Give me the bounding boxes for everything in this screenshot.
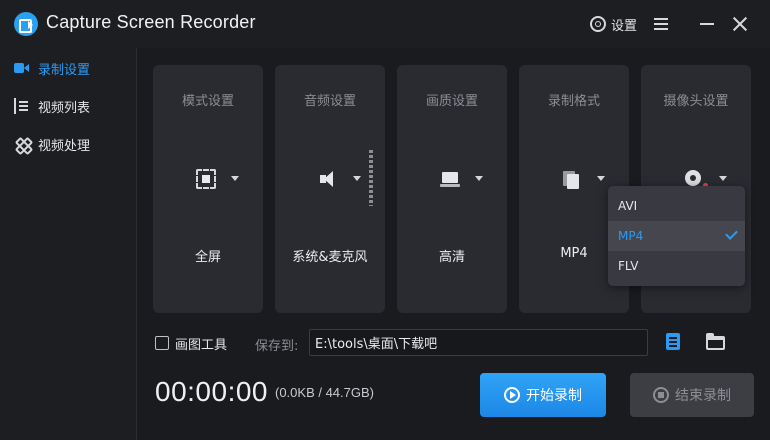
audio-settings-card[interactable]: 音频设置 系统&麦克风 xyxy=(275,65,385,313)
app-logo-icon xyxy=(14,12,38,36)
fullscreen-icon xyxy=(196,169,216,189)
card-title: 画质设置 xyxy=(425,94,478,109)
sidebar-item-video-list[interactable]: 视频列表 xyxy=(0,86,137,126)
start-recording-label: 开始录制 xyxy=(526,387,582,403)
stop-icon xyxy=(653,387,669,403)
list-icon xyxy=(14,98,30,114)
option-label: MP4 xyxy=(618,229,644,243)
card-title: 音频设置 xyxy=(303,94,356,109)
sidebar-item-label: 视频处理 xyxy=(38,138,91,154)
stop-recording-button[interactable]: 结束录制 xyxy=(630,373,754,417)
sidebar: 录制设置 视频列表 视频处理 xyxy=(0,48,137,440)
file-list-icon[interactable] xyxy=(666,333,680,350)
settings-label: 设置 xyxy=(611,18,638,34)
volume-level-bar[interactable] xyxy=(369,150,373,206)
folder-icon[interactable] xyxy=(706,333,725,350)
format-option-flv[interactable]: FLV xyxy=(608,251,745,281)
card-value: 系统&麦克风 xyxy=(292,250,368,265)
card-value: 高清 xyxy=(438,250,465,265)
sidebar-item-label: 录制设置 xyxy=(38,62,91,78)
caret-down-icon[interactable] xyxy=(231,176,239,181)
start-recording-button[interactable]: 开始录制 xyxy=(480,373,606,417)
stop-recording-label: 结束录制 xyxy=(675,387,731,403)
card-title: 模式设置 xyxy=(181,94,234,109)
close-icon[interactable] xyxy=(732,16,748,32)
card-value: 全屏 xyxy=(194,250,221,265)
quality-settings-card[interactable]: 画质设置 高清 xyxy=(397,65,507,313)
drawing-tool-label: 画图工具 xyxy=(175,338,228,353)
format-option-mp4[interactable]: MP4 xyxy=(608,221,745,251)
format-dropdown: AVI MP4 FLV xyxy=(608,186,745,286)
gear-icon xyxy=(590,16,606,32)
title-bar: Capture Screen Recorder 设置 xyxy=(0,0,770,48)
record-timer: 00:00:00 xyxy=(155,376,268,407)
menu-icon[interactable] xyxy=(654,18,668,30)
save-to-label: 保存到: xyxy=(255,339,299,354)
app-title: Capture Screen Recorder xyxy=(46,12,256,32)
storage-info: (0.0KB / 44.7GB) xyxy=(275,385,374,400)
sidebar-item-label: 视频列表 xyxy=(38,100,91,116)
play-icon xyxy=(504,387,520,403)
sidebar-item-record-settings[interactable]: 录制设置 xyxy=(0,48,137,88)
camera-icon xyxy=(14,60,30,76)
settings-button[interactable]: 设置 xyxy=(590,14,637,34)
card-title: 录制格式 xyxy=(547,94,600,109)
caret-down-icon[interactable] xyxy=(353,176,361,181)
drawing-tool-checkbox[interactable] xyxy=(155,336,169,350)
card-title: 摄像头设置 xyxy=(663,94,729,109)
speaker-icon xyxy=(318,169,338,189)
sidebar-item-video-processing[interactable]: 视频处理 xyxy=(0,124,137,164)
laptop-icon xyxy=(440,169,460,189)
caret-down-icon[interactable] xyxy=(597,176,605,181)
file-icon xyxy=(562,169,582,189)
caret-down-icon[interactable] xyxy=(475,176,483,181)
caret-down-icon[interactable] xyxy=(719,176,727,181)
minimize-icon[interactable] xyxy=(700,23,714,25)
format-option-avi[interactable]: AVI xyxy=(608,191,745,221)
save-path-input[interactable] xyxy=(309,329,648,356)
mode-settings-card[interactable]: 模式设置 全屏 xyxy=(153,65,263,313)
check-icon xyxy=(725,227,738,240)
tools-icon xyxy=(14,136,30,152)
